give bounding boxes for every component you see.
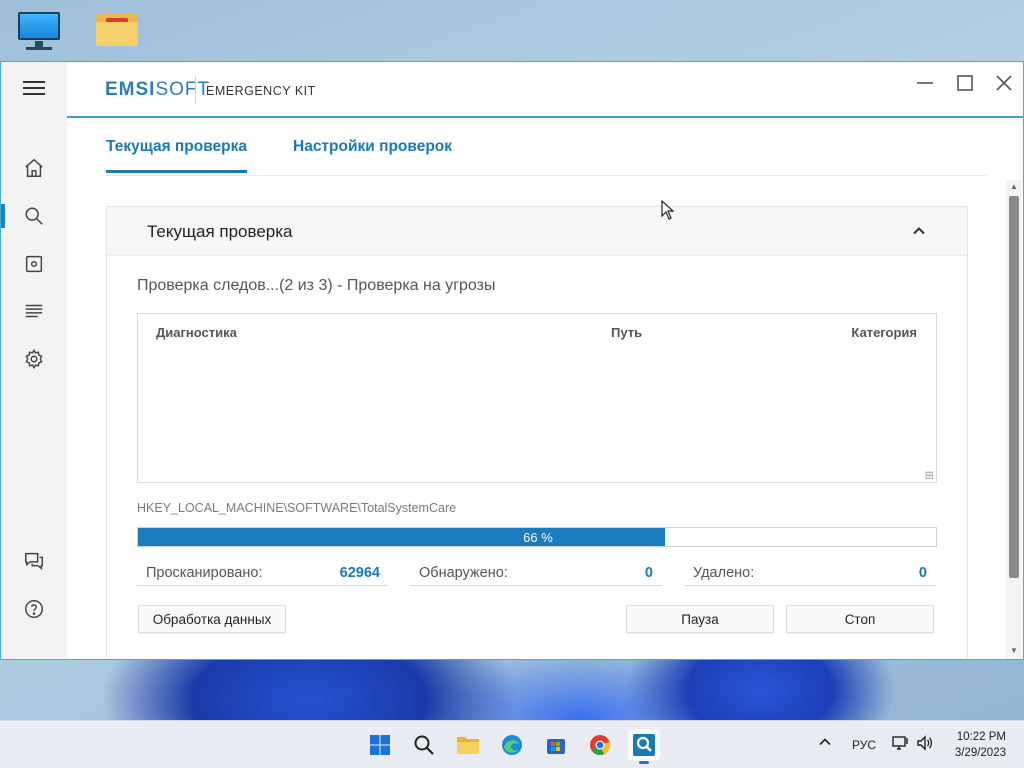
scroll-up-arrow-icon[interactable]: ▲ [1010,183,1018,191]
volume-icon[interactable] [916,735,934,754]
microsoft-store-icon[interactable] [540,729,572,761]
file-explorer-icon[interactable] [452,729,484,761]
settings-icon[interactable] [1,339,67,379]
clock-time: 10:22 PM [956,731,1006,743]
title-bar: EMSISOFT EMERGENCY KIT [67,62,1023,118]
vertical-scrollbar[interactable]: ▲ ▼ [1006,180,1022,659]
column-header-diagnostics[interactable]: Диагностика [156,325,237,340]
scrollbar-thumb[interactable] [1009,196,1019,578]
scan-progress-bar: 66 % [137,527,937,547]
main-content: Текущая проверка Настройки проверок Теку… [67,120,1007,658]
column-header-category[interactable]: Категория [851,325,917,340]
stat-removed-value: 0 [918,565,927,581]
chevron-up-icon[interactable] [911,223,927,239]
stat-detected-value: 0 [644,565,653,581]
stat-detected-label: Обнаружено: [419,565,508,581]
minimize-button[interactable] [907,70,943,96]
language-indicator[interactable]: РУС [852,738,876,752]
stat-scanned-label: Просканировано: [146,565,263,581]
close-button[interactable] [986,70,1022,96]
edge-browser-icon[interactable] [496,729,528,761]
progress-label: 66 % [523,530,553,545]
brand-divider [195,76,196,104]
taskbar: РУС 10:22 PM 3/29/2023 [0,720,1024,768]
quarantine-icon[interactable] [1,244,67,284]
home-icon[interactable] [1,148,67,188]
scroll-down-arrow-icon[interactable]: ▼ [1010,647,1018,655]
stop-button[interactable]: Стоп [786,605,934,633]
current-scan-path: HKEY_LOCAL_MACHINE\SOFTWARE\TotalSystemC… [137,501,457,515]
help-icon[interactable] [1,589,67,629]
system-clock[interactable]: 10:22 PM 3/29/2023 [955,729,1006,761]
scan-panel: Текущая проверка Проверка следов...(2 из… [106,206,968,658]
search-icon[interactable] [408,729,440,761]
tab-current-scan[interactable]: Текущая проверка [106,138,248,173]
scan-status: Проверка следов...(2 из 3) - Проверка на… [137,277,496,294]
stat-removed-label: Удалено: [693,565,755,581]
maximize-button[interactable] [947,70,983,96]
stat-scanned: Просканировано: 62964 [137,558,389,586]
chevron-up-icon[interactable] [818,735,832,752]
chrome-browser-icon[interactable] [584,729,616,761]
panel-title: Текущая проверка [147,222,293,241]
pause-button[interactable]: Пауза [626,605,774,633]
this-pc-desktop-icon[interactable] [16,12,62,52]
app-window: EMSISOFT EMERGENCY KIT Текущая проверка … [0,61,1024,660]
stat-removed: Удалено: 0 [684,558,936,586]
tabs-divider [106,175,986,176]
tab-scan-settings[interactable]: Настройки проверок [293,138,452,170]
resize-grip-icon[interactable] [925,471,933,479]
logs-icon[interactable] [1,291,67,331]
data-processing-button[interactable]: Обработка данных [138,605,286,633]
stat-detected: Обнаружено: 0 [410,558,662,586]
network-icon[interactable] [892,735,910,754]
chat-icon[interactable] [1,541,67,581]
stat-scanned-value: 62964 [339,565,380,581]
results-table[interactable]: Диагностика Путь Категория [137,313,937,483]
sidebar [1,62,67,659]
column-header-path[interactable]: Путь [611,325,642,340]
search-icon[interactable] [1,196,67,236]
folder-desktop-icon[interactable] [94,12,140,48]
panel-header[interactable]: Текущая проверка [107,207,967,256]
emsisoft-taskbar-icon[interactable] [628,729,660,764]
mouse-pointer-icon [661,200,675,220]
product-name: EMERGENCY KIT [206,84,316,98]
clock-date: 3/29/2023 [954,747,1006,759]
hamburger-menu-icon[interactable] [23,80,45,96]
start-windows-icon[interactable] [364,729,396,761]
